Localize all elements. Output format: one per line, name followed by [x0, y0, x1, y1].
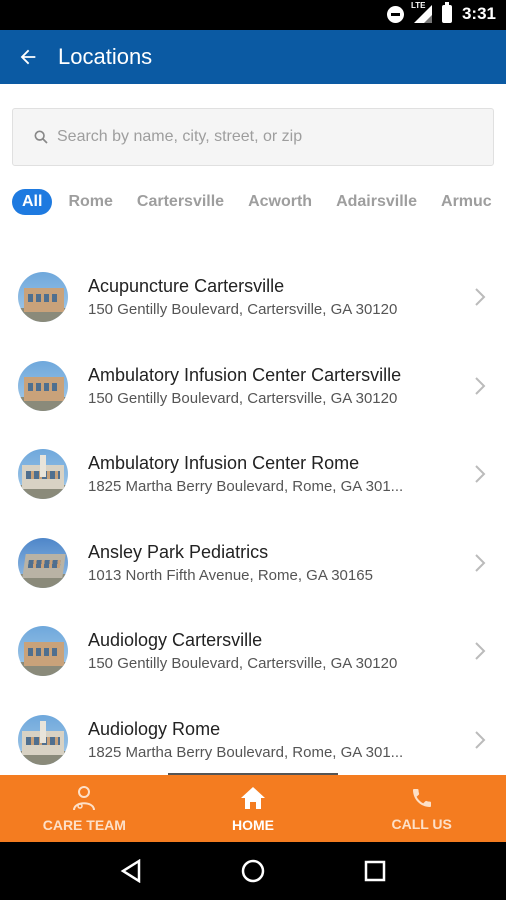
- location-address: 150 Gentilly Boulevard, Cartersville, GA…: [88, 655, 398, 673]
- city-filter-tabs: All Rome Cartersville Acworth Adairsvill…: [12, 186, 506, 218]
- nav-care-team[interactable]: CARE TEAM: [0, 775, 169, 842]
- phone-icon: [412, 788, 431, 807]
- back-arrow-icon: [20, 49, 36, 65]
- location-thumbnail: [18, 449, 68, 500]
- chevron-right-icon: [460, 730, 500, 750]
- recents-square-icon[interactable]: [364, 860, 386, 882]
- do-not-disturb-icon: [386, 5, 404, 23]
- location-name: Audiology Rome: [88, 718, 221, 739]
- home-circle-icon[interactable]: [241, 859, 265, 883]
- location-address: 150 Gentilly Boulevard, Cartersville, GA…: [88, 389, 398, 407]
- location-name: Audiology Cartersville: [88, 630, 263, 651]
- doctor-icon: [73, 785, 96, 810]
- signal-icon: LTE: [411, 1, 432, 23]
- status-time: 3:31: [461, 4, 496, 23]
- chevron-right-icon: [460, 464, 500, 484]
- location-address: 1825 Martha Berry Boulevard, Rome, GA 30…: [88, 743, 404, 761]
- status-icons: LTE 3:31: [386, 1, 496, 24]
- location-thumbnail: [18, 626, 68, 677]
- filter-acworth[interactable]: Acworth: [248, 189, 312, 215]
- nav-call-us-label: CALL US: [391, 815, 452, 832]
- location-address: 1013 North Fifth Avenue, Rome, GA 30165: [88, 566, 373, 584]
- location-thumbnail: [18, 714, 68, 765]
- location-name: Ambulatory Infusion Center Rome: [88, 453, 360, 474]
- filter-all[interactable]: All: [12, 189, 53, 215]
- location-row[interactable]: Audiology Cartersville 150 Gentilly Boule…: [0, 607, 506, 696]
- location-row[interactable]: Ambulatory Infusion Center Cartersville 1…: [0, 342, 506, 431]
- chevron-right-icon: [460, 376, 500, 396]
- home-icon: [241, 786, 265, 809]
- chevron-right-icon: [460, 641, 500, 661]
- location-list: Acupuncture Cartersville 150 Gentilly Bou…: [0, 253, 506, 784]
- location-address: 150 Gentilly Boulevard, Cartersville, GA…: [88, 301, 398, 319]
- search-box[interactable]: [12, 108, 494, 166]
- page-title: Locations: [58, 44, 153, 69]
- location-name: Ansley Park Pediatrics: [88, 541, 269, 562]
- app-bar: Locations: [0, 30, 506, 84]
- search-input[interactable]: [57, 128, 477, 146]
- location-row[interactable]: Ansley Park Pediatrics 1013 North Fifth A…: [0, 519, 506, 608]
- location-thumbnail: [18, 272, 68, 323]
- location-name: Ambulatory Infusion Center Cartersville: [88, 364, 402, 385]
- bottom-navigation: CARE TEAM HOME CALL US: [0, 775, 506, 842]
- chevron-right-icon: [460, 553, 500, 573]
- chevron-right-icon: [460, 287, 500, 307]
- filter-rome[interactable]: Rome: [68, 189, 112, 215]
- battery-icon: [441, 2, 452, 23]
- nav-home-label: HOME: [232, 816, 274, 833]
- location-thumbnail: [18, 360, 68, 411]
- location-row[interactable]: Audiology Rome 1825 Martha Berry Boulevar…: [0, 696, 506, 785]
- status-bar: LTE 3:31: [0, 0, 506, 30]
- location-row[interactable]: Ambulatory Infusion Center Rome 1825 Mart…: [0, 430, 506, 519]
- back-button[interactable]: [0, 30, 56, 84]
- back-triangle-icon[interactable]: [120, 859, 142, 883]
- location-row[interactable]: Acupuncture Cartersville 150 Gentilly Bou…: [0, 253, 506, 342]
- search-icon: [34, 130, 48, 144]
- location-address: 1825 Martha Berry Boulevard, Rome, GA 30…: [88, 478, 404, 496]
- filter-cartersville[interactable]: Cartersville: [137, 189, 224, 215]
- system-navigation-bar: [0, 842, 506, 900]
- location-name: Acupuncture Cartersville: [88, 276, 285, 297]
- nav-care-team-label: CARE TEAM: [42, 816, 126, 833]
- nav-call-us[interactable]: CALL US: [337, 775, 506, 842]
- network-type: LTE: [410, 1, 426, 10]
- filter-armuchee[interactable]: Armuc: [441, 189, 492, 215]
- location-thumbnail: [18, 537, 68, 588]
- nav-home[interactable]: HOME: [169, 775, 338, 842]
- filter-adairsville[interactable]: Adairsville: [336, 189, 417, 215]
